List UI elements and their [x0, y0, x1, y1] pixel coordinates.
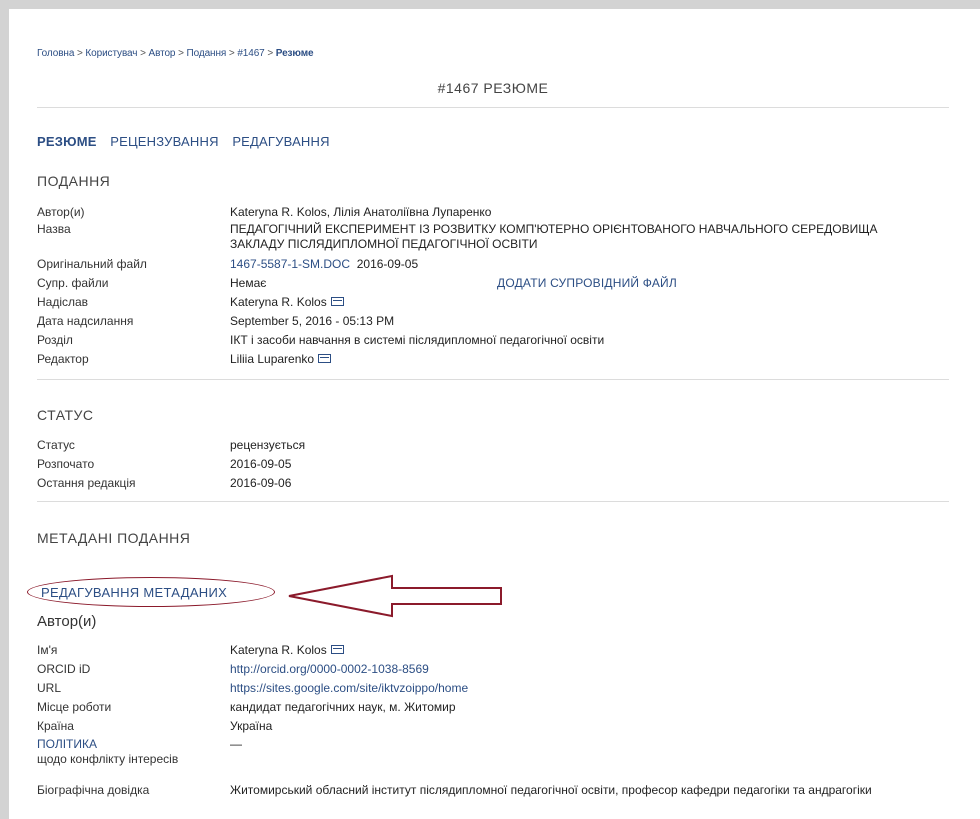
bio-value: Житомирський обласний інститут післядипл…	[230, 783, 872, 797]
submission-section-title: ПОДАННЯ	[37, 173, 111, 189]
policy-link[interactable]: ПОЛІТИКА	[37, 737, 97, 751]
author-name: Kateryna R. Kolos	[230, 643, 327, 657]
authors-subsection-title: Автор(и)	[37, 613, 97, 630]
window-frame-top	[0, 0, 980, 9]
url-label: URL	[37, 681, 62, 695]
submitter-label: Надіслав	[37, 295, 89, 309]
original-file-label: Оригінальний файл	[37, 257, 147, 271]
orcid-link[interactable]: http://orcid.org/0000-0002-1038-8569	[230, 662, 429, 676]
country-label: Країна	[37, 719, 74, 733]
breadcrumb-home[interactable]: Головна	[37, 48, 74, 59]
authors-value: Kateryna R. Kolos, Лілія Анатоліївна Луп…	[230, 205, 492, 219]
add-supp-file-button[interactable]: ДОДАТИ СУПРОВІДНИЙ ФАЙЛ	[497, 276, 677, 290]
workplace-label: Місце роботи	[37, 700, 112, 714]
page-title: #1467 РЕЗЮМЕ	[437, 80, 549, 96]
breadcrumb-current[interactable]: Резюме	[276, 48, 314, 59]
submitter-value: Kateryna R. Kolos	[230, 295, 930, 310]
author-name-label: Ім'я	[37, 643, 58, 657]
supp-files-label: Супр. файли	[37, 276, 109, 290]
breadcrumb-separator: >	[178, 48, 184, 59]
editor-value: Liliia Luparenko	[230, 352, 930, 367]
title-value: ПЕДАГОГІЧНИЙ ЕКСПЕРИМЕНТ ІЗ РОЗВИТКУ КОМ…	[230, 222, 878, 251]
orcid-value: http://orcid.org/0000-0002-1038-8569	[230, 662, 930, 677]
status-section-title: СТАТУС	[37, 407, 94, 423]
author-name-value: Kateryna R. Kolos	[230, 643, 930, 658]
url-value: https://sites.google.com/site/iktvzoippo…	[230, 681, 930, 696]
title-divider	[37, 107, 949, 108]
email-icon[interactable]	[330, 297, 344, 306]
breadcrumb-separator: >	[267, 48, 274, 59]
bio-label: Біографічна довідка	[37, 783, 150, 797]
email-icon[interactable]	[318, 354, 332, 363]
metadata-section-title: МЕТАДАНІ ПОДАННЯ	[37, 530, 191, 546]
status-divider	[37, 501, 949, 502]
breadcrumb-separator: >	[140, 48, 146, 59]
workplace-value: кандидат педагогічних наук, м. Житомир	[230, 700, 456, 714]
last-edited-value: 2016-09-06	[230, 476, 292, 490]
date-submitted-value: September 5, 2016 - 05:13 PM	[230, 314, 395, 328]
title-label: Назва	[37, 222, 71, 236]
breadcrumb-submission-id[interactable]: #1467	[237, 48, 264, 59]
section-label: Розділ	[37, 333, 73, 347]
window-frame-left	[0, 0, 9, 819]
edit-metadata-link[interactable]: РЕДАГУВАННЯ МЕТАДАНИХ	[41, 585, 227, 600]
original-file-value: 1467-5587-1-SM.DOC 2016-09-05	[230, 257, 930, 272]
last-edited-label: Остання редакція	[37, 476, 136, 490]
breadcrumb-submissions[interactable]: Подання	[187, 48, 227, 59]
tab-review-label: РЕЦЕНЗУВАННЯ	[110, 134, 219, 149]
conflict-policy-value: —	[230, 737, 242, 751]
breadcrumb: Головна > Користувач > Автор > Подання >…	[37, 48, 314, 59]
started-value: 2016-09-05	[230, 457, 292, 471]
submission-divider	[37, 379, 949, 380]
original-file-date: 2016-09-05	[356, 257, 419, 271]
date-submitted-label: Дата надсилання	[37, 314, 134, 328]
breadcrumb-separator: >	[228, 48, 235, 59]
policy-label-rest: щодо конфлікту інтересів	[37, 752, 179, 766]
tab-bar: РЕЗЮМЕ РЕЦЕНЗУВАННЯ РЕДАГУВАННЯ	[37, 134, 340, 149]
authors-label: Автор(и)	[37, 205, 85, 219]
tab-summary-label: РЕЗЮМЕ	[37, 134, 97, 149]
section-value: ІКТ і засоби навчання в системі післядип…	[230, 333, 605, 347]
editor-name: Liliia Luparenko	[230, 352, 315, 366]
tab-review[interactable]: РЕЦЕНЗУВАННЯ	[110, 134, 228, 149]
annotation-arrow-icon	[288, 574, 502, 618]
breadcrumb-user[interactable]: Користувач	[85, 48, 137, 59]
status-label: Статус	[37, 438, 75, 452]
original-file-link[interactable]: 1467-5587-1-SM.DOC	[230, 257, 350, 271]
tab-editing[interactable]: РЕДАГУВАННЯ	[232, 134, 339, 149]
started-label: Розпочато	[37, 457, 95, 471]
status-value: рецензується	[230, 438, 306, 452]
breadcrumb-separator: >	[76, 48, 83, 59]
email-icon[interactable]	[330, 645, 344, 654]
url-link[interactable]: https://sites.google.com/site/iktvzoippo…	[230, 681, 468, 695]
country-value: Україна	[230, 719, 273, 733]
editor-label: Редактор	[37, 352, 89, 366]
breadcrumb-author[interactable]: Автор	[149, 48, 176, 59]
conflict-policy-label: ПОЛІТИКА щодо конфлікту інтересів	[37, 737, 227, 767]
submitter-name: Kateryna R. Kolos	[230, 295, 327, 309]
orcid-label: ORCID iD	[37, 662, 91, 676]
tab-editing-label: РЕДАГУВАННЯ	[232, 134, 330, 149]
tab-summary[interactable]: РЕЗЮМЕ	[37, 134, 107, 149]
